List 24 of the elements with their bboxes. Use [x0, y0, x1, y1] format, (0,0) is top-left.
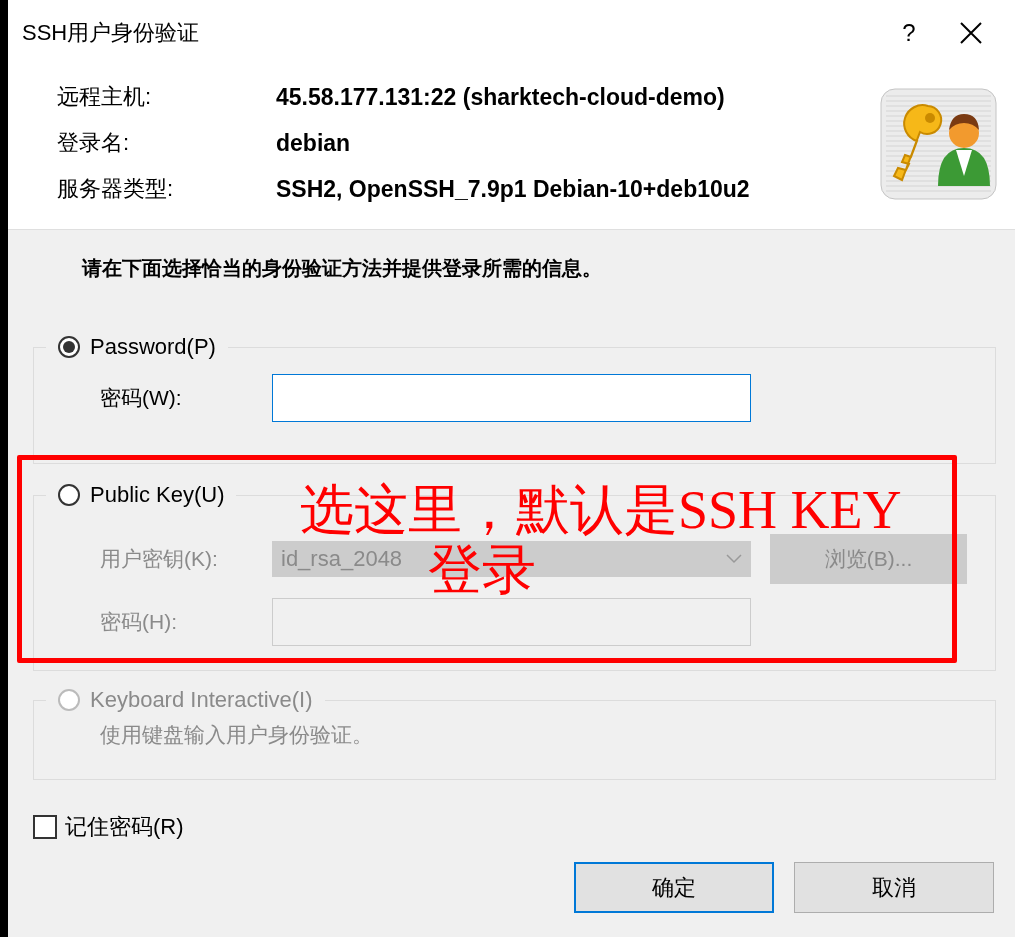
- key-user-icon: [880, 88, 997, 200]
- chevron-icon: [726, 554, 742, 564]
- info-label: 登录名:: [57, 129, 131, 157]
- info-value: SSH2, OpenSSH_7.9p1 Debian-10+deb10u2: [276, 175, 751, 203]
- checkbox[interactable]: [33, 815, 57, 839]
- password-field[interactable]: [272, 374, 751, 422]
- info-value: debian: [276, 129, 352, 157]
- field-label: 密码(H):: [100, 609, 178, 635]
- info-label: 远程主机:: [57, 83, 153, 111]
- info-label: 服务器类型:: [57, 175, 175, 203]
- field-label: 用户密钥(K):: [100, 546, 219, 572]
- instruction-text: 请在下面选择恰当的身份验证方法并提供登录所需的信息。: [82, 256, 603, 281]
- radio-label[interactable]: Password(P): [90, 334, 216, 360]
- info-value: 45.58.177.131:22 (sharktech-cloud-demo): [276, 83, 726, 111]
- ok-button[interactable]: 确定: [574, 862, 774, 913]
- radio-button[interactable]: [58, 336, 80, 358]
- method-description: 使用键盘输入用户身份验证。: [99, 722, 374, 748]
- checkbox-label[interactable]: 记住密码(R): [65, 812, 184, 842]
- cancel-button[interactable]: 取消: [794, 862, 994, 913]
- field-label: 密码(W):: [100, 385, 183, 411]
- help-button[interactable]: ?: [879, 19, 939, 47]
- window-title: SSH用户身份验证: [22, 19, 201, 47]
- radio-button[interactable]: [58, 484, 80, 506]
- radio-label[interactable]: Public Key(U): [90, 482, 225, 508]
